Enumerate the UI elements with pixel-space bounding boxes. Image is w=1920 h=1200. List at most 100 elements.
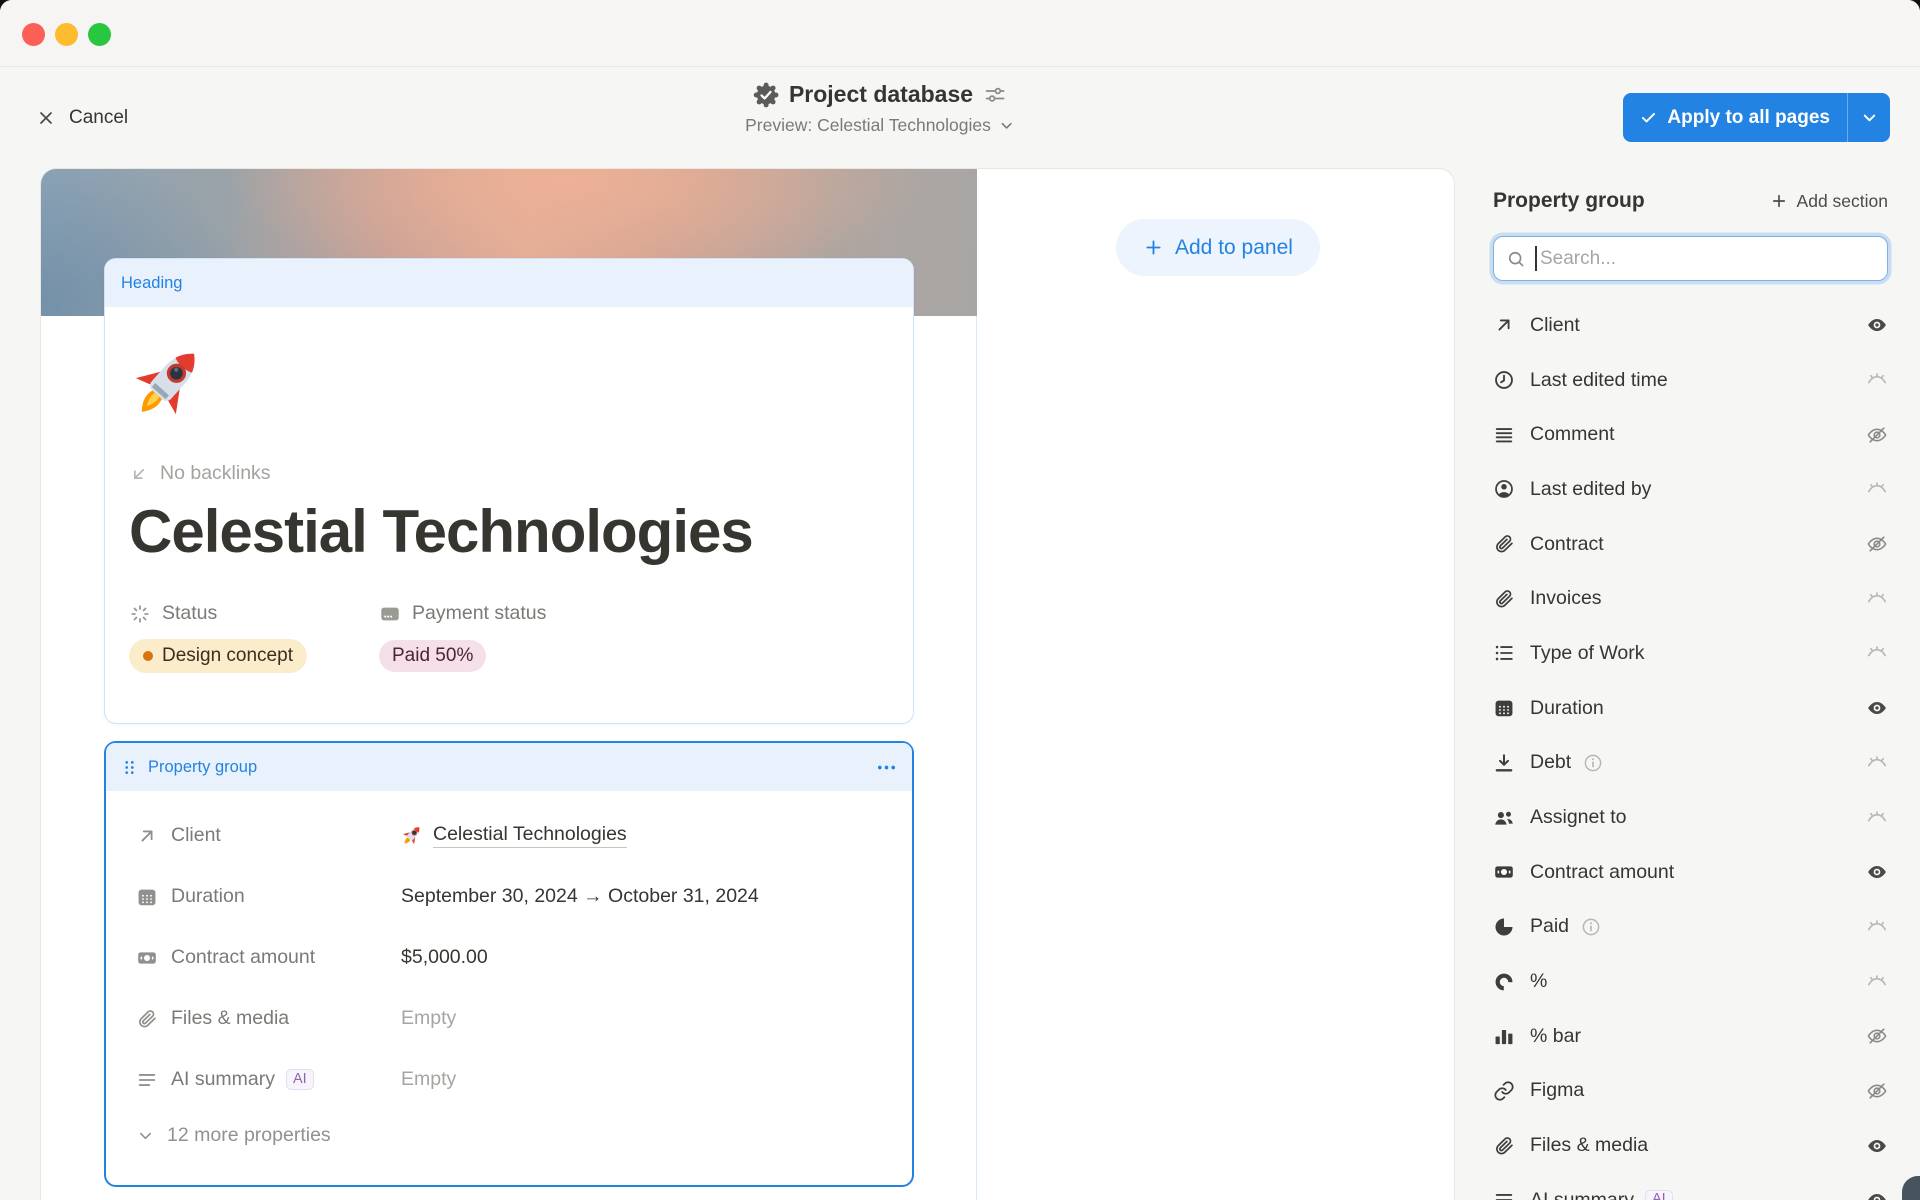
- property-row-contract-amount[interactable]: Contract amount $5,000.00: [136, 927, 882, 988]
- eye-crossed-icon[interactable]: [1866, 1080, 1888, 1102]
- people-icon: [1493, 807, 1515, 829]
- eye-crossed-icon[interactable]: [1866, 533, 1888, 555]
- preview-selector[interactable]: Preview: Celestial Technologies: [745, 115, 1015, 136]
- property-value-client[interactable]: Celestial Technologies: [401, 823, 627, 848]
- property-value-files-media: Empty: [401, 1007, 456, 1030]
- sidebar-property-debt[interactable]: Debt: [1493, 736, 1888, 791]
- verified-badge-icon: [753, 82, 779, 108]
- sidebar-property-comment[interactable]: Comment: [1493, 407, 1888, 462]
- minimize-window-button[interactable]: [55, 23, 78, 46]
- sidebar-property-last-edited-time[interactable]: Last edited time: [1493, 353, 1888, 408]
- info-icon: [1582, 752, 1604, 774]
- eye-icon[interactable]: [1866, 1189, 1888, 1200]
- chevron-down-icon: [998, 117, 1015, 134]
- eye-closed-icon[interactable]: [1866, 752, 1888, 774]
- eye-closed-icon[interactable]: [1866, 807, 1888, 829]
- add-to-panel-label: Add to panel: [1175, 236, 1293, 260]
- property-row-files-media[interactable]: Files & media Empty: [136, 988, 882, 1049]
- status-spinner-icon: [129, 603, 151, 625]
- apply-to-all-pages-button[interactable]: Apply to all pages: [1623, 93, 1890, 142]
- heading-section[interactable]: Heading: [104, 258, 914, 724]
- plus-icon: [1143, 237, 1164, 258]
- heading-section-label: Heading: [121, 274, 182, 293]
- search-icon: [1506, 249, 1526, 269]
- add-section-button[interactable]: Add section: [1770, 191, 1888, 212]
- sidebar-property-assignet-to[interactable]: Assignet to: [1493, 790, 1888, 845]
- close-window-button[interactable]: [22, 23, 45, 46]
- paperclip-icon: [136, 1008, 158, 1030]
- eye-icon[interactable]: [1866, 1135, 1888, 1157]
- pie-icon: [1493, 916, 1515, 938]
- text-4-icon: [1493, 424, 1515, 446]
- eye-closed-icon[interactable]: [1866, 478, 1888, 500]
- banknote-icon: [136, 947, 158, 969]
- bar-chart-icon: [1493, 1025, 1515, 1047]
- cancel-button[interactable]: Cancel: [36, 67, 128, 168]
- add-to-panel-button[interactable]: Add to panel: [1116, 219, 1320, 276]
- more-properties-toggle[interactable]: 12 more properties: [136, 1124, 882, 1147]
- eye-crossed-icon[interactable]: [1866, 424, 1888, 446]
- arrow-down-left-icon: [129, 464, 149, 484]
- property-row-ai-summary[interactable]: AI summaryAI Empty: [136, 1049, 882, 1110]
- cancel-label: Cancel: [69, 107, 128, 129]
- paperclip-icon: [1493, 588, 1515, 610]
- calendar-icon: [1493, 697, 1515, 719]
- text-3-icon: [1493, 1189, 1515, 1200]
- rocket-icon: [129, 341, 211, 425]
- sidebar-property-figma[interactable]: Figma: [1493, 1064, 1888, 1119]
- sidebar-property-[interactable]: %: [1493, 954, 1888, 1009]
- drag-handle-icon[interactable]: [120, 758, 139, 777]
- eye-crossed-icon[interactable]: [1866, 1025, 1888, 1047]
- status-property-label: Status: [129, 602, 379, 625]
- sidebar-property-client[interactable]: Client: [1493, 298, 1888, 353]
- payment-status-badge: Paid 50%: [379, 640, 486, 672]
- more-properties-label: 12 more properties: [167, 1124, 331, 1147]
- sidebar-property-contract-amount[interactable]: Contract amount: [1493, 845, 1888, 900]
- property-row-client[interactable]: Client Celestial Technologies: [136, 805, 882, 866]
- apply-options-button[interactable]: [1848, 93, 1890, 142]
- status-dot-icon: [143, 651, 153, 661]
- sidebar-title: Property group: [1493, 189, 1645, 213]
- eye-icon[interactable]: [1866, 697, 1888, 719]
- property-value-contract-amount: $5,000.00: [401, 946, 488, 969]
- sidebar-property-contract[interactable]: Contract: [1493, 517, 1888, 572]
- search-input[interactable]: [1538, 248, 1875, 270]
- sidebar-property-type-of-work[interactable]: Type of Work: [1493, 626, 1888, 681]
- check-icon: [1639, 108, 1658, 127]
- backlinks-button[interactable]: No backlinks: [129, 462, 889, 485]
- eye-icon[interactable]: [1866, 314, 1888, 336]
- eye-icon[interactable]: [1866, 861, 1888, 883]
- chevron-down-icon: [136, 1126, 155, 1145]
- credit-card-icon: [379, 603, 401, 625]
- sidebar-property-invoices[interactable]: Invoices: [1493, 571, 1888, 626]
- property-group-header[interactable]: Property group: [106, 743, 912, 791]
- eye-closed-icon[interactable]: [1866, 588, 1888, 610]
- layout-settings-icon[interactable]: [983, 83, 1007, 107]
- apply-label: Apply to all pages: [1667, 107, 1830, 129]
- property-value-ai-summary: Empty: [401, 1068, 456, 1091]
- sidebar-property-ai-summary[interactable]: AI summary AI: [1493, 1173, 1888, 1200]
- eye-closed-icon[interactable]: [1866, 369, 1888, 391]
- layout-editor-window: Cancel Project database Preview: Celesti…: [0, 0, 1920, 1200]
- clock-icon: [1493, 369, 1515, 391]
- donut-icon: [1493, 971, 1515, 993]
- paperclip-icon: [1493, 1135, 1515, 1157]
- eye-closed-icon[interactable]: [1866, 642, 1888, 664]
- property-group-section[interactable]: Property group Client Celestial Technolo…: [104, 741, 914, 1187]
- rocket-icon: [401, 824, 424, 847]
- eye-closed-icon[interactable]: [1866, 916, 1888, 938]
- sidebar-property-paid[interactable]: Paid: [1493, 900, 1888, 955]
- zoom-window-button[interactable]: [88, 23, 111, 46]
- sidebar-property-bar[interactable]: % bar: [1493, 1009, 1888, 1064]
- calendar-icon: [136, 886, 158, 908]
- sidebar-property-last-edited-by[interactable]: Last edited by: [1493, 462, 1888, 517]
- heading-section-header[interactable]: Heading: [105, 259, 913, 307]
- eye-closed-icon[interactable]: [1866, 971, 1888, 993]
- sidebar-property-files-media[interactable]: Files & media: [1493, 1118, 1888, 1173]
- panel-divider: [976, 316, 977, 1200]
- editor-canvas: Heading: [40, 168, 1455, 1200]
- sidebar-property-duration[interactable]: Duration: [1493, 681, 1888, 736]
- property-row-duration[interactable]: Duration September 30, 2024 → October 31…: [136, 866, 882, 927]
- search-box[interactable]: [1493, 236, 1888, 281]
- section-menu-icon[interactable]: [875, 756, 898, 779]
